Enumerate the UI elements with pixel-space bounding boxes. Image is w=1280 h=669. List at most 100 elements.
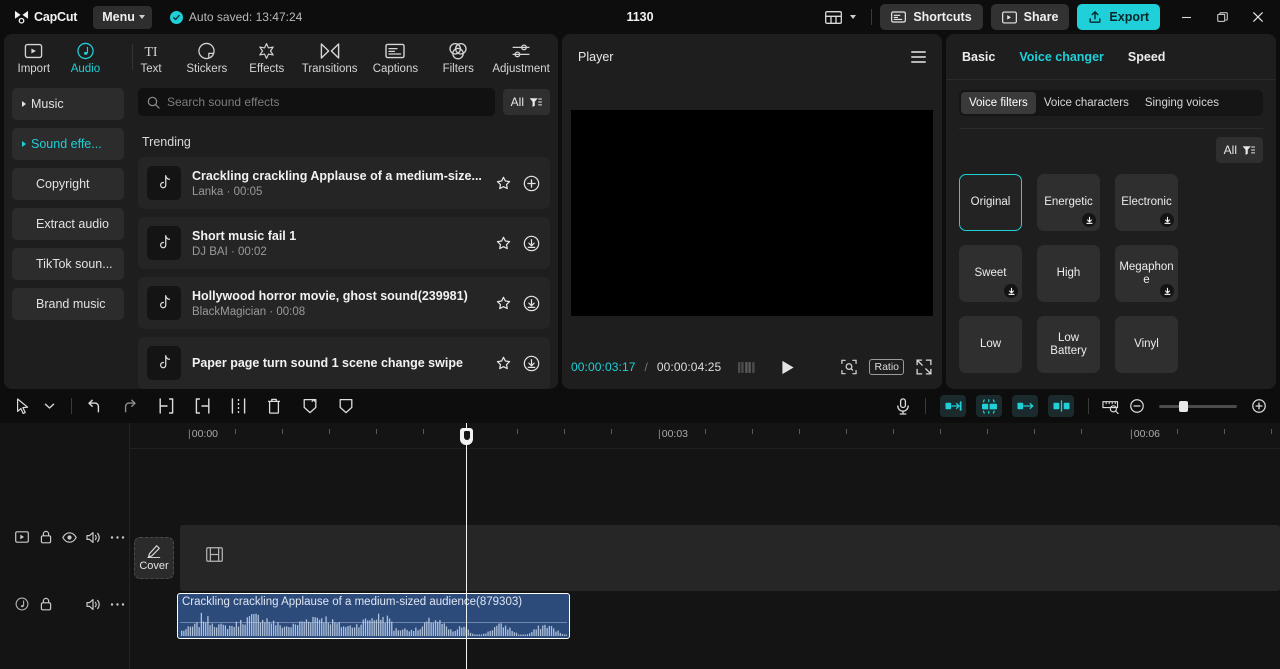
split-button[interactable] bbox=[225, 393, 251, 419]
download-icon[interactable] bbox=[1082, 213, 1096, 227]
download-icon[interactable] bbox=[1004, 284, 1018, 298]
category-extract-audio[interactable]: Extract audio bbox=[12, 208, 124, 240]
player-menu-icon[interactable] bbox=[911, 51, 926, 63]
sound-list-item[interactable]: Paper page turn sound 1 scene change swi… bbox=[138, 337, 550, 389]
cover-button[interactable]: Cover bbox=[134, 537, 174, 579]
tab-basic[interactable]: Basic bbox=[962, 50, 995, 64]
nav-tab-import[interactable]: Import bbox=[8, 39, 60, 75]
export-button[interactable]: Export bbox=[1077, 4, 1160, 30]
voice-filter-vinyl[interactable]: Vinyl bbox=[1115, 316, 1178, 373]
volume-icon[interactable] bbox=[81, 592, 105, 616]
add-to-timeline-icon[interactable] bbox=[523, 175, 540, 192]
ratio-button[interactable]: Ratio bbox=[869, 359, 904, 375]
trim-right-button[interactable] bbox=[189, 393, 215, 419]
keyframe-in-button[interactable] bbox=[940, 395, 966, 417]
video-track-icon[interactable] bbox=[10, 525, 34, 549]
voice-filter-high[interactable]: High bbox=[1037, 245, 1100, 302]
menu-button[interactable]: Menu bbox=[93, 5, 152, 29]
favorite-star-icon[interactable] bbox=[495, 295, 512, 312]
category-brand-music[interactable]: Brand music bbox=[12, 288, 124, 320]
category-music[interactable]: Music bbox=[12, 88, 124, 120]
audio-track-icon[interactable] bbox=[10, 592, 34, 616]
nav-tab-filters[interactable]: Filters bbox=[428, 39, 488, 75]
tab-speed[interactable]: Speed bbox=[1128, 50, 1166, 64]
trim-left-button[interactable] bbox=[153, 393, 179, 419]
more-icon[interactable] bbox=[105, 592, 129, 616]
close-button[interactable] bbox=[1240, 0, 1276, 34]
lock-icon[interactable] bbox=[34, 592, 58, 616]
nav-tab-audio[interactable]: Audio bbox=[60, 39, 112, 75]
minimize-button[interactable] bbox=[1168, 0, 1204, 34]
search-input[interactable]: Search sound effects bbox=[138, 88, 495, 116]
timeline-tracks-area[interactable]: 00:0000:0300:0600:0900:12 Cover Cracklin… bbox=[130, 423, 1280, 669]
nav-tab-transitions[interactable]: Transitions bbox=[297, 39, 363, 75]
tool-dropdown-button[interactable] bbox=[36, 393, 62, 419]
download-icon[interactable] bbox=[523, 355, 540, 372]
nav-tab-effects[interactable]: Effects bbox=[237, 39, 297, 75]
lock-icon[interactable] bbox=[34, 525, 58, 549]
sound-list-item[interactable]: Hollywood horror movie, ghost sound(2399… bbox=[138, 277, 550, 329]
playhead-handle[interactable] bbox=[460, 428, 473, 445]
favorite-star-icon[interactable] bbox=[495, 235, 512, 252]
zoom-preview-icon[interactable] bbox=[841, 359, 858, 375]
timeline-ruler[interactable]: 00:0000:0300:0600:0900:12 bbox=[130, 423, 1280, 449]
video-track-clip[interactable] bbox=[180, 525, 1280, 591]
split-clip-button[interactable] bbox=[1048, 395, 1074, 417]
maximize-button[interactable] bbox=[1204, 0, 1240, 34]
segment-voice-characters[interactable]: Voice characters bbox=[1036, 92, 1137, 114]
frame-step-icon[interactable] bbox=[738, 361, 756, 374]
delete-button[interactable] bbox=[261, 393, 287, 419]
sound-list-item[interactable]: Short music fail 1 DJ BAI · 00:02 bbox=[138, 217, 550, 269]
nav-tab-adjustment[interactable]: Adjustment bbox=[488, 39, 554, 75]
audio-note-icon bbox=[77, 42, 94, 60]
favorite-star-icon[interactable] bbox=[495, 355, 512, 372]
zoom-in-button[interactable] bbox=[1246, 393, 1272, 419]
redo-button[interactable] bbox=[117, 393, 143, 419]
category-copyright[interactable]: Copyright bbox=[12, 168, 124, 200]
freeze-button[interactable] bbox=[297, 393, 323, 419]
zoom-slider[interactable] bbox=[1159, 400, 1237, 412]
effects-filter-button[interactable]: All bbox=[1215, 137, 1263, 163]
download-icon[interactable] bbox=[523, 235, 540, 252]
download-icon[interactable] bbox=[1160, 213, 1174, 227]
audio-clip[interactable]: Crackling crackling Applause of a medium… bbox=[177, 593, 570, 639]
segment-singing-voices[interactable]: Singing voices bbox=[1137, 92, 1227, 114]
play-button[interactable] bbox=[781, 360, 795, 375]
library-filter-button[interactable]: All bbox=[502, 89, 550, 115]
more-icon[interactable] bbox=[105, 525, 129, 549]
keyframe-out-button[interactable] bbox=[1012, 395, 1038, 417]
video-preview-canvas[interactable] bbox=[571, 109, 933, 316]
auto-cut-button[interactable] bbox=[976, 395, 1002, 417]
eye-icon[interactable] bbox=[58, 525, 82, 549]
voice-filter-electronic[interactable]: Electronic bbox=[1115, 174, 1178, 231]
category-tiktok-sounds[interactable]: TikTok soun... bbox=[12, 248, 124, 280]
record-voiceover-button[interactable] bbox=[890, 393, 916, 419]
download-icon[interactable] bbox=[1160, 284, 1174, 298]
nav-tab-stickers[interactable]: Stickers bbox=[177, 39, 237, 75]
select-tool-button[interactable] bbox=[10, 393, 36, 419]
sound-list-item[interactable]: Crackling crackling Applause of a medium… bbox=[138, 157, 550, 209]
playhead[interactable] bbox=[460, 423, 473, 669]
voice-filter-low[interactable]: Low bbox=[959, 316, 1022, 373]
fit-timeline-button[interactable] bbox=[1098, 393, 1124, 419]
nav-tab-captions[interactable]: Captions bbox=[363, 39, 429, 75]
mirror-button[interactable] bbox=[333, 393, 359, 419]
download-icon[interactable] bbox=[523, 295, 540, 312]
voice-filter-original[interactable]: Original bbox=[959, 174, 1022, 231]
voice-filter-low-battery[interactable]: Low Battery bbox=[1037, 316, 1100, 373]
volume-icon[interactable] bbox=[81, 525, 105, 549]
voice-filter-megaphone[interactable]: Megaphone bbox=[1115, 245, 1178, 302]
segment-voice-filters[interactable]: Voice filters bbox=[961, 92, 1036, 114]
favorite-star-icon[interactable] bbox=[495, 175, 512, 192]
fullscreen-icon[interactable] bbox=[916, 359, 932, 375]
undo-button[interactable] bbox=[81, 393, 107, 419]
zoom-slider-handle[interactable] bbox=[1179, 400, 1188, 412]
voice-filter-energetic[interactable]: Energetic bbox=[1037, 174, 1100, 231]
zoom-out-button[interactable] bbox=[1124, 393, 1150, 419]
shortcuts-button[interactable]: Shortcuts bbox=[880, 4, 983, 30]
tab-voice-changer[interactable]: Voice changer bbox=[1019, 50, 1104, 64]
layout-switch-button[interactable] bbox=[818, 6, 863, 29]
voice-filter-sweet[interactable]: Sweet bbox=[959, 245, 1022, 302]
share-button[interactable]: Share bbox=[990, 4, 1070, 30]
category-sound-effects[interactable]: Sound effe... bbox=[12, 128, 124, 160]
